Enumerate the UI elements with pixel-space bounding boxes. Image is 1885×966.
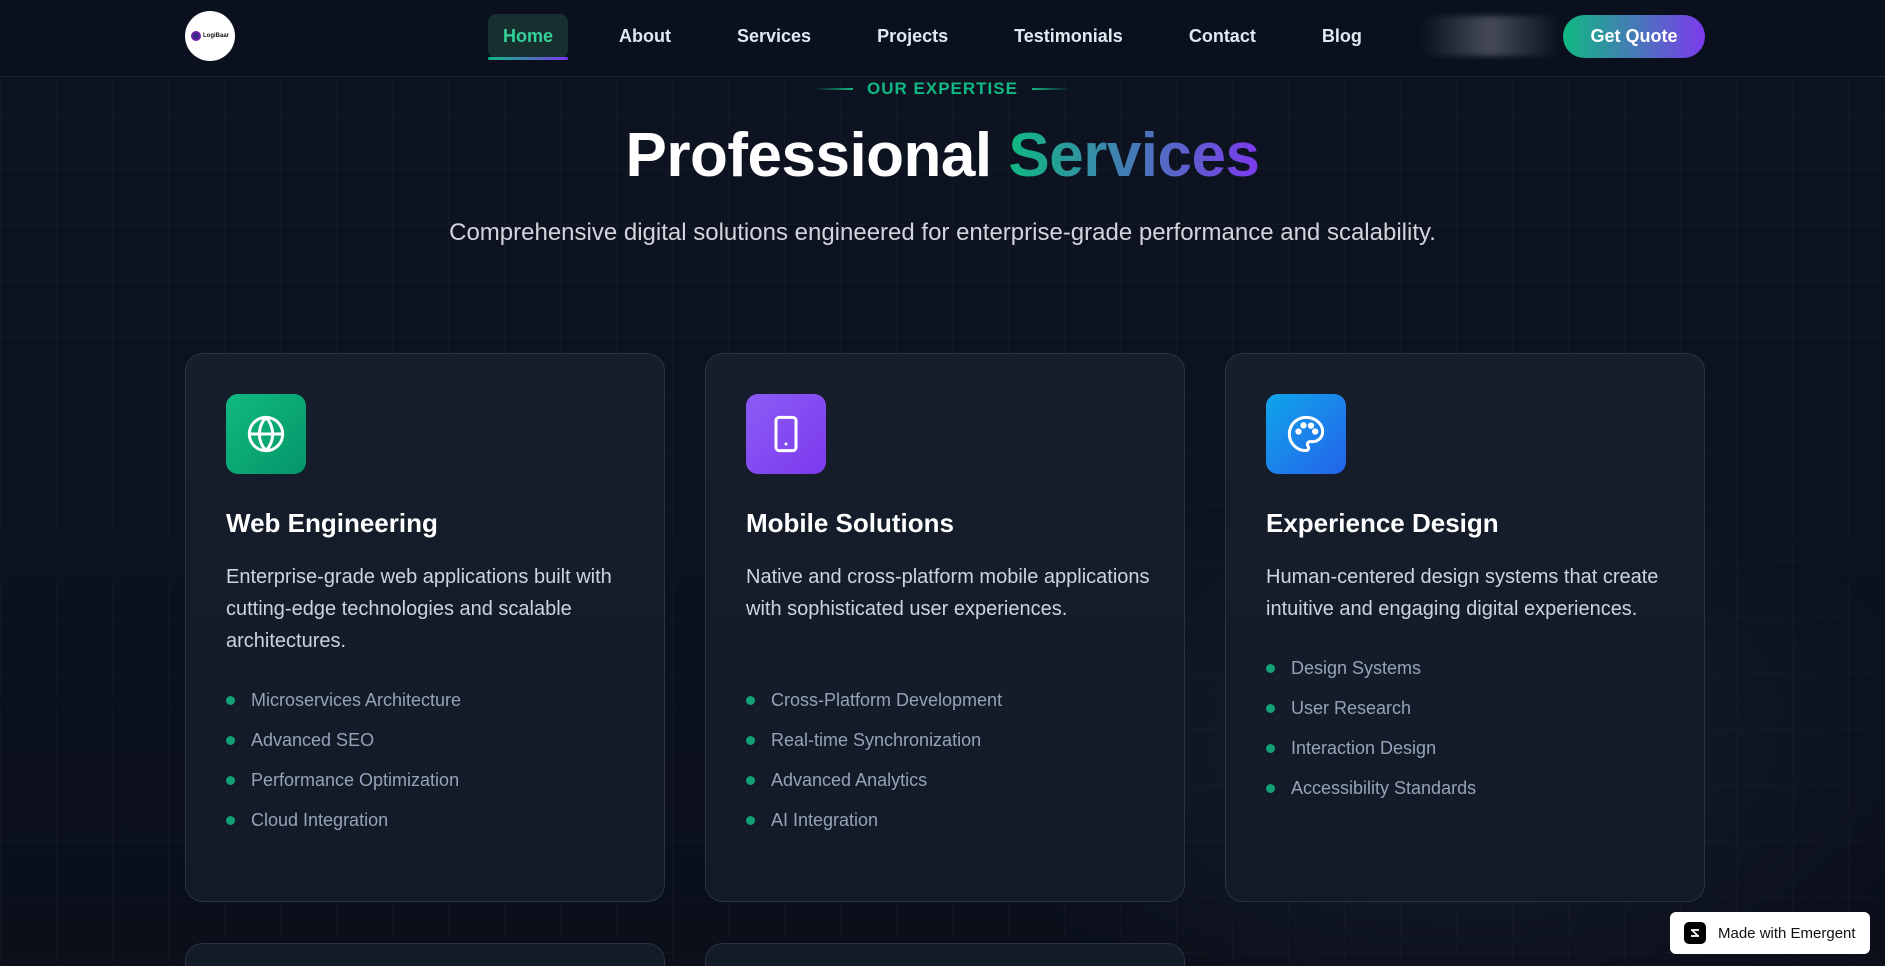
palette-icon xyxy=(1266,394,1346,474)
service-card-partial[interactable] xyxy=(705,943,1185,966)
nav-link-projects[interactable]: Projects xyxy=(862,14,963,58)
nav-links: Home About Services Projects Testimonial… xyxy=(488,14,1403,60)
service-card-web[interactable]: Web Engineering Enterprise-grade web app… xyxy=(185,353,665,902)
bullet-dot-icon xyxy=(1266,663,1275,673)
globe-icon xyxy=(226,394,306,474)
bullet-dot-icon xyxy=(226,815,235,825)
title-gradient: Services xyxy=(1008,121,1260,190)
card-title: Web Engineering xyxy=(226,508,438,538)
nav-link-blog[interactable]: Blog xyxy=(1307,14,1377,58)
feature-item: Advanced Analytics xyxy=(746,760,1002,800)
nav-link-services[interactable]: Services xyxy=(722,14,826,58)
made-with-emergent-badge[interactable]: Made with Emergent xyxy=(1670,912,1870,954)
card-title: Mobile Solutions xyxy=(746,508,954,538)
feature-label: Advanced SEO xyxy=(251,729,375,750)
bullet-dot-icon xyxy=(226,775,235,785)
blurred-nav-element xyxy=(1420,16,1560,56)
bullet-dot-icon xyxy=(1266,703,1275,713)
service-card-design[interactable]: Experience Design Human-centered design … xyxy=(1225,353,1705,902)
feature-item: Accessibility Standards xyxy=(1266,768,1476,808)
feature-label: Interaction Design xyxy=(1291,737,1437,758)
feature-label: User Research xyxy=(1291,697,1412,718)
section-subtitle: Comprehensive digital solutions engineer… xyxy=(449,219,1436,246)
feature-item: Design Systems xyxy=(1266,648,1476,688)
emergent-logo-icon xyxy=(1684,922,1706,944)
feature-label: Accessibility Standards xyxy=(1291,777,1477,798)
eyebrow-text: OUR EXPERTISE xyxy=(867,79,1018,98)
service-card-partial[interactable] xyxy=(185,943,665,966)
get-quote-button[interactable]: Get Quote xyxy=(1563,15,1705,58)
feature-item: Real-time Synchronization xyxy=(746,720,1002,760)
feature-label: Cloud Integration xyxy=(251,809,389,830)
bullet-dot-icon xyxy=(226,695,235,705)
feature-list: Design Systems User Research Interaction… xyxy=(1266,648,1476,808)
feature-item: User Research xyxy=(1266,688,1476,728)
feature-label: Cross-Platform Development xyxy=(771,689,1003,710)
logo-text: LogiBaar xyxy=(202,33,229,39)
feature-item: Advanced SEO xyxy=(226,720,461,760)
feature-label: Microservices Architecture xyxy=(251,689,462,710)
eyebrow-line-right xyxy=(1031,88,1070,90)
feature-label: Advanced Analytics xyxy=(771,769,928,790)
feature-item: Performance Optimization xyxy=(226,760,461,800)
feature-item: Cloud Integration xyxy=(226,800,461,840)
top-navbar: LogiBaar Home About Services Projects Te… xyxy=(0,0,1885,77)
bullet-dot-icon xyxy=(1266,743,1275,753)
bullet-dot-icon xyxy=(746,815,755,825)
eyebrow-line-left xyxy=(815,88,854,90)
feature-item: Interaction Design xyxy=(1266,728,1476,768)
bullet-dot-icon xyxy=(226,735,235,745)
bullet-dot-icon xyxy=(746,695,755,705)
card-description: Human-centered design systems that creat… xyxy=(1266,566,1659,620)
feature-list: Cross-Platform Development Real-time Syn… xyxy=(746,680,1002,840)
feature-item: Cross-Platform Development xyxy=(746,680,1002,720)
badge-label: Made with Emergent xyxy=(1718,924,1856,942)
card-description: Native and cross-platform mobile applica… xyxy=(746,566,1150,620)
feature-item: AI Integration xyxy=(746,800,1002,840)
feature-label: AI Integration xyxy=(771,809,879,830)
service-card-mobile[interactable]: Mobile Solutions Native and cross-platfo… xyxy=(705,353,1185,902)
feature-label: Design Systems xyxy=(1291,657,1422,678)
nav-link-about[interactable]: About xyxy=(604,14,686,58)
nav-link-contact[interactable]: Contact xyxy=(1174,14,1271,58)
smartphone-icon xyxy=(746,394,826,474)
bullet-dot-icon xyxy=(746,775,755,785)
bullet-dot-icon xyxy=(746,735,755,745)
feature-label: Real-time Synchronization xyxy=(771,729,982,750)
nav-link-testimonials[interactable]: Testimonials xyxy=(999,14,1138,58)
feature-item: Microservices Architecture xyxy=(226,680,461,720)
feature-list: Microservices Architecture Advanced SEO … xyxy=(226,680,461,840)
title-plain: Professional xyxy=(625,121,1009,190)
nav-link-home[interactable]: Home xyxy=(488,14,569,60)
feature-label: Performance Optimization xyxy=(251,769,460,790)
section-eyebrow: OUR EXPERTISE xyxy=(0,79,1885,99)
card-title: Experience Design xyxy=(1266,508,1499,538)
logo-mark-icon xyxy=(190,31,201,41)
section-title: Professional Services xyxy=(0,120,1885,191)
card-description: Enterprise-grade web applications built … xyxy=(226,566,612,652)
bullet-dot-icon xyxy=(1266,783,1275,793)
company-logo[interactable]: LogiBaar xyxy=(185,11,235,61)
